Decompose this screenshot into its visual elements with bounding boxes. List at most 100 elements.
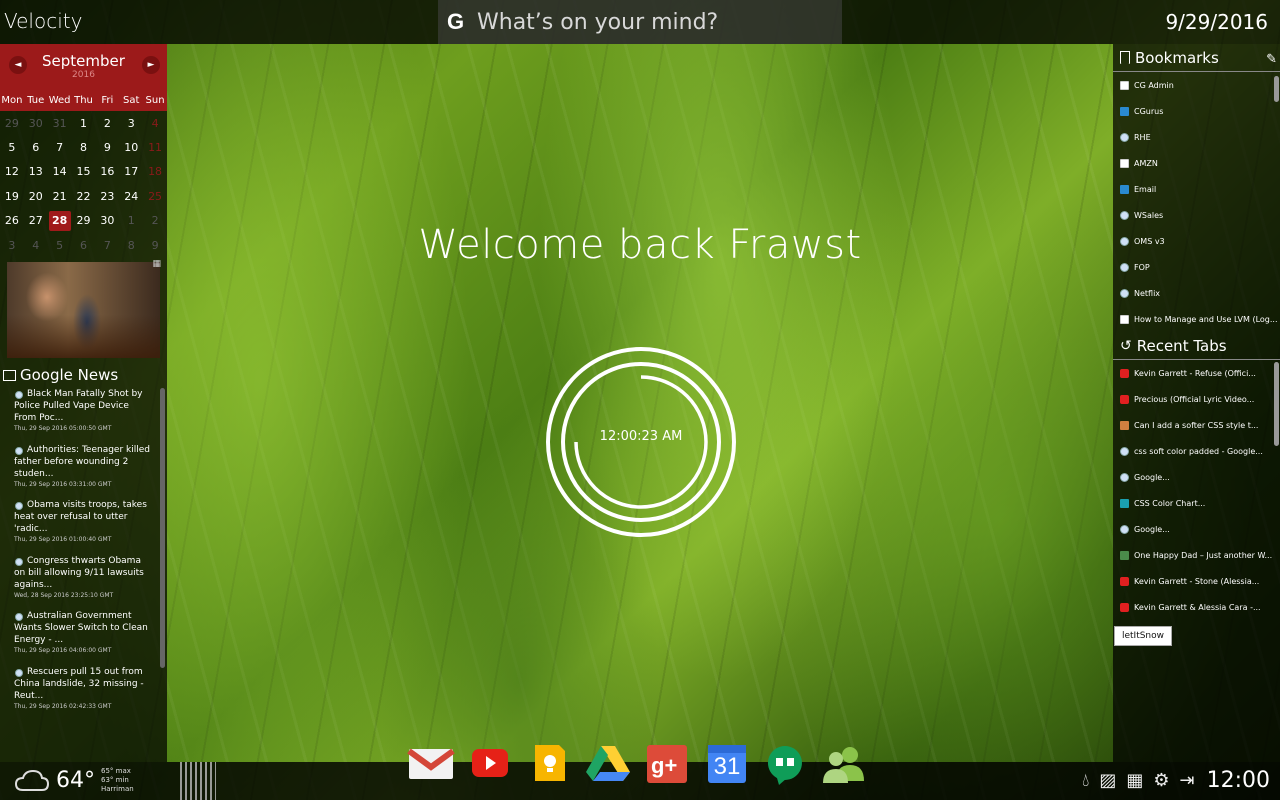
news-item[interactable]: Australian Government Wants Slower Switc… — [0, 610, 167, 666]
calendar-day[interactable]: 2 — [95, 117, 119, 130]
calendar-day[interactable]: 23 — [95, 190, 119, 203]
calendar-day[interactable]: 7 — [95, 239, 119, 252]
recent-tab-item[interactable]: Google... — [1113, 516, 1280, 542]
calendar-day[interactable]: 8 — [72, 141, 96, 154]
calendar-day[interactable]: 27 — [24, 214, 48, 227]
recent-tab-item-label: CSS Color Chart... — [1134, 498, 1206, 508]
bookmark-item[interactable]: Email — [1113, 176, 1280, 202]
calendar-day[interactable]: 20 — [24, 190, 48, 203]
hangouts-app-icon[interactable] — [761, 743, 809, 785]
calendar-day[interactable]: 12 — [0, 165, 24, 178]
calendar-day[interactable]: 1 — [72, 117, 96, 130]
calendar-day[interactable]: 6 — [72, 239, 96, 252]
recent-tab-item[interactable]: css soft color padded - Google... — [1113, 438, 1280, 464]
newspaper-icon — [3, 369, 16, 381]
weekday-label: Sun — [145, 95, 165, 106]
calendar-day[interactable]: 10 — [119, 141, 143, 154]
weather-widget[interactable]: 64° 65° max 63° min Harriman — [14, 766, 134, 794]
recent-tab-item[interactable]: Can I add a softer CSS style t... — [1113, 412, 1280, 438]
calendar-day[interactable]: 9 — [143, 239, 167, 252]
photo-widget: ▦ — [7, 259, 161, 359]
recent-tab-item[interactable]: Kevin Garrett - Stone (Alessia... — [1113, 568, 1280, 594]
news-item[interactable]: Black Man Fatally Shot by Police Pulled … — [0, 388, 167, 444]
favicon-icon — [1120, 394, 1129, 404]
calendar-day[interactable]: 24 — [119, 190, 143, 203]
calendar-day[interactable]: 15 — [72, 165, 96, 178]
bookmark-item[interactable]: WSales — [1113, 202, 1280, 228]
bookmark-item[interactable]: CG Admin — [1113, 72, 1280, 98]
recent-tab-item[interactable]: Precious (Official Lyric Video... — [1113, 386, 1280, 412]
calendar-day[interactable]: 19 — [0, 190, 24, 203]
apps-grid-icon[interactable]: ▦ — [1126, 770, 1143, 791]
recent-tab-item[interactable]: Kevin Garrett - Refuse (Offici... — [1113, 360, 1280, 386]
calendar-day[interactable]: 21 — [48, 190, 72, 203]
recent-tab-item[interactable]: CSS Color Chart... — [1113, 490, 1280, 516]
photo-image[interactable] — [7, 262, 160, 359]
calendar-day[interactable]: 17 — [119, 165, 143, 178]
calendar-day-today[interactable]: 28 — [48, 210, 71, 231]
calendar-day[interactable]: 6 — [24, 141, 48, 154]
bookmarks-scrollbar[interactable] — [1274, 76, 1279, 102]
search-bar[interactable]: G — [438, 0, 842, 44]
calendar-day[interactable]: 22 — [72, 190, 96, 203]
calendar-day[interactable]: 3 — [119, 117, 143, 130]
gmail-app-icon[interactable] — [407, 743, 455, 783]
calendar-day[interactable]: 8 — [119, 239, 143, 252]
recent-tab-item[interactable]: Google... — [1113, 464, 1280, 490]
bookmark-item[interactable]: How to Manage and Use LVM (Log... — [1113, 306, 1280, 332]
drop-icon[interactable]: 💧︎ — [1082, 770, 1089, 791]
calendar-day[interactable]: 26 — [0, 214, 24, 227]
news-item[interactable]: Congress thwarts Obama on bill allowing … — [0, 555, 167, 611]
calendar-day[interactable]: 30 — [24, 117, 48, 130]
keep-app-icon[interactable] — [525, 743, 573, 783]
recent-tab-item[interactable]: Kevin Garrett & Alessia Cara -... — [1113, 594, 1280, 620]
contacts-app-icon[interactable] — [820, 743, 868, 783]
bookmark-item-label: CGurus — [1134, 106, 1164, 116]
weekday-label: Fri — [101, 95, 114, 106]
image-icon[interactable]: ▨ — [1099, 770, 1116, 791]
search-input[interactable] — [477, 9, 837, 35]
edit-icon[interactable]: ✎ — [1266, 52, 1277, 67]
calendar-day[interactable]: 1 — [119, 214, 143, 227]
calendar-day[interactable]: 11 — [143, 141, 167, 154]
bookmark-item[interactable]: RHE — [1113, 124, 1280, 150]
calendar-day[interactable]: 4 — [143, 117, 167, 130]
let-it-snow-button[interactable]: letItSnow — [1114, 626, 1172, 646]
recent-tabs-scrollbar[interactable] — [1274, 362, 1279, 446]
right-panel: Bookmarks ✎ CG Admin CGurus RHE AMZN Email WS… — [1113, 44, 1280, 762]
bookmark-item[interactable]: FOP — [1113, 254, 1280, 280]
bookmark-item[interactable]: CGurus — [1113, 98, 1280, 124]
gear-icon[interactable]: ⚙ — [1153, 770, 1169, 791]
recent-tab-item[interactable]: One Happy Dad – Just another W... — [1113, 542, 1280, 568]
calendar-next-button[interactable]: ► — [142, 56, 160, 74]
youtube-app-icon[interactable] — [466, 743, 514, 783]
drive-app-icon[interactable] — [584, 743, 632, 783]
calendar-day[interactable]: 9 — [95, 141, 119, 154]
calendar-day[interactable]: 16 — [95, 165, 119, 178]
calendar-day[interactable]: 14 — [48, 165, 72, 178]
calendar-app-icon[interactable]: 31 — [702, 743, 750, 783]
calendar-day[interactable]: 4 — [24, 239, 48, 252]
bookmark-item[interactable]: AMZN — [1113, 150, 1280, 176]
news-item[interactable]: Authorities: Teenager killed father befo… — [0, 444, 167, 500]
news-item[interactable]: Obama visits troops, takes heat over ref… — [0, 499, 167, 555]
bookmark-item[interactable]: Netflix — [1113, 280, 1280, 306]
calendar-day[interactable]: 25 — [143, 190, 167, 203]
bookmark-item-label: OMS v3 — [1134, 236, 1165, 246]
calendar-day[interactable]: 29 — [72, 214, 96, 227]
calendar-day[interactable]: 5 — [48, 239, 72, 252]
calendar-day[interactable]: 13 — [24, 165, 48, 178]
calendar-day[interactable]: 2 — [143, 214, 167, 227]
calendar-day[interactable]: 29 — [0, 117, 24, 130]
sign-out-icon[interactable]: ⇥ — [1180, 770, 1195, 791]
calendar-day[interactable]: 7 — [48, 141, 72, 154]
news-item[interactable]: Rescuers pull 15 out from China landslid… — [0, 666, 167, 719]
gallery-icon[interactable]: ▦ — [152, 259, 161, 269]
calendar-day[interactable]: 5 — [0, 141, 24, 154]
bookmark-item[interactable]: OMS v3 — [1113, 228, 1280, 254]
calendar-day[interactable]: 18 — [143, 165, 167, 178]
calendar-day[interactable]: 31 — [48, 117, 72, 130]
calendar-day[interactable]: 30 — [95, 214, 119, 227]
google-plus-app-icon[interactable]: g+ — [643, 743, 691, 783]
calendar-day[interactable]: 3 — [0, 239, 24, 252]
